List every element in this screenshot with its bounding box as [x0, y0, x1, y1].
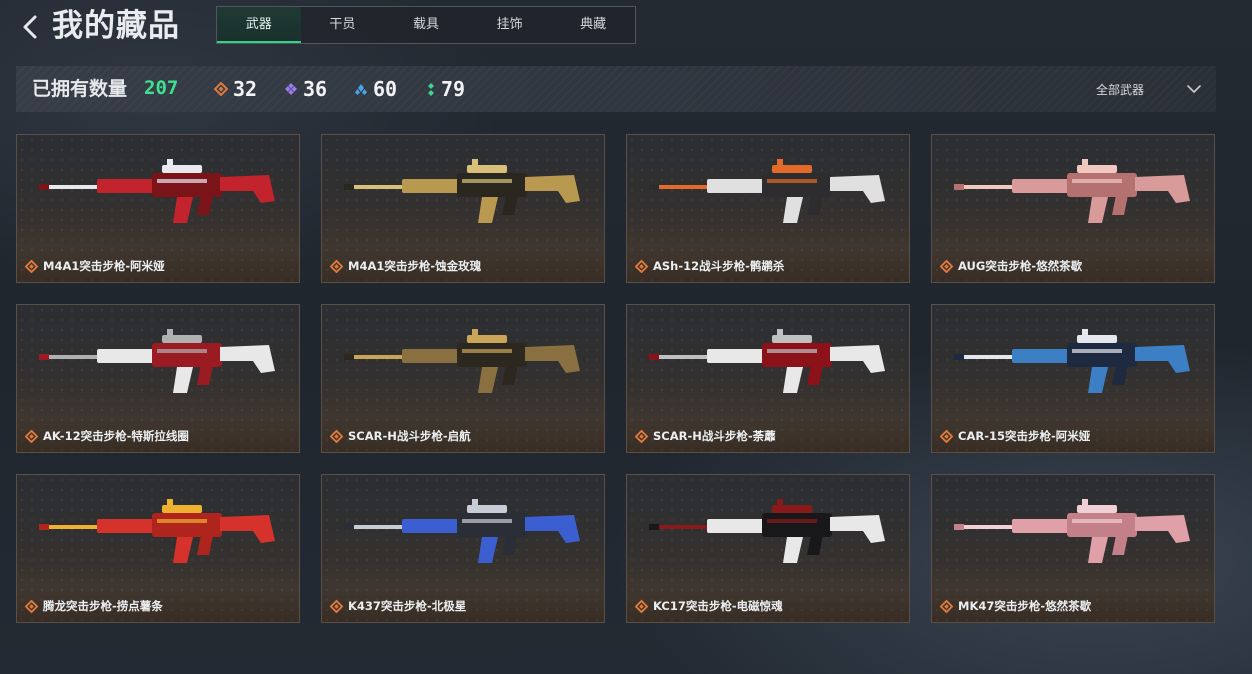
- weapon-card[interactable]: SCAR-H战斗步枪-荼蘼: [626, 304, 910, 453]
- rarity-green-count: 79: [426, 66, 465, 112]
- blue-diamond-icon: [355, 84, 367, 95]
- weapon-skin-image: [649, 329, 885, 393]
- owned-count-label: 已拥有数量: [32, 78, 128, 100]
- weapon-skin-image: [649, 499, 885, 563]
- tab-operators[interactable]: 干员: [301, 7, 385, 43]
- weapon-skin-image: [344, 499, 580, 563]
- weapon-skin-image: [39, 499, 275, 563]
- orange-diamond-icon: [330, 599, 343, 613]
- weapon-card[interactable]: CAR-15突击步枪-阿米娅: [931, 304, 1215, 453]
- weapon-card[interactable]: M4A1突击步枪-蚀金玫瑰: [321, 134, 605, 283]
- weapon-card-label: M4A1突击步枪-蚀金玫瑰: [330, 258, 481, 274]
- tab-vehicles[interactable]: 载具: [384, 7, 468, 43]
- weapon-card[interactable]: SCAR-H战斗步枪-启航: [321, 304, 605, 453]
- weapon-skin-image: [954, 499, 1190, 563]
- page-title: 我的藏品: [52, 8, 180, 44]
- green-diamond-icon: [428, 83, 434, 96]
- weapon-name: SCAR-H战斗步枪-启航: [348, 429, 471, 443]
- rarity-purple-count: 36: [284, 66, 327, 112]
- orange-diamond-icon: [635, 599, 648, 613]
- weapon-card-label: 腾龙突击步枪-捞点薯条: [25, 598, 163, 614]
- weapon-name: AK-12突击步枪-特斯拉线圈: [43, 429, 189, 443]
- weapon-card-label: CAR-15突击步枪-阿米娅: [940, 428, 1090, 444]
- weapon-card[interactable]: M4A1突击步枪-阿米娅: [16, 134, 300, 283]
- weapon-skin-image: [344, 159, 580, 223]
- weapon-card-label: K437突击步枪-北极星: [330, 598, 466, 614]
- orange-diamond-icon: [25, 259, 38, 273]
- orange-diamond-icon: [25, 599, 38, 613]
- weapon-name: SCAR-H战斗步枪-荼蘼: [653, 429, 776, 443]
- weapon-name: M4A1突击步枪-蚀金玫瑰: [348, 259, 482, 273]
- orange-diamond-icon: [635, 259, 648, 273]
- orange-diamond-icon: [635, 429, 648, 443]
- category-tabs: 武器 干员 载具 挂饰 典藏: [216, 6, 636, 44]
- weapon-card-label: AUG突击步枪-悠然茶歇: [940, 258, 1082, 274]
- collection-stats-bar: 已拥有数量 207 32 36 60 79 全部武器: [16, 66, 1216, 112]
- rarity-blue-count: 60: [354, 66, 397, 112]
- tab-weapons[interactable]: 武器: [217, 7, 301, 43]
- weapon-skin-image: [39, 159, 275, 223]
- weapon-card-label: ASh-12战斗步枪-鹘鹕杀: [635, 258, 784, 274]
- weapon-name: ASh-12战斗步枪-鹘鹕杀: [653, 259, 785, 273]
- weapon-card-label: MK47突击步枪-悠然茶歇: [940, 598, 1091, 614]
- weapon-card[interactable]: AUG突击步枪-悠然茶歇: [931, 134, 1215, 283]
- weapon-card[interactable]: K437突击步枪-北极星: [321, 474, 605, 623]
- weapon-filter-selected: 全部武器: [1095, 82, 1144, 97]
- weapon-skin-image: [954, 159, 1190, 223]
- weapon-card[interactable]: ASh-12战斗步枪-鹘鹕杀: [626, 134, 910, 283]
- weapon-skin-image: [39, 329, 275, 393]
- orange-diamond-icon: [330, 429, 343, 443]
- weapon-skin-image: [954, 329, 1190, 393]
- back-button[interactable]: [20, 14, 42, 40]
- weapon-card-label: M4A1突击步枪-阿米娅: [25, 258, 165, 274]
- weapon-card[interactable]: MK47突击步枪-悠然茶歇: [931, 474, 1215, 623]
- weapon-card[interactable]: AK-12突击步枪-特斯拉线圈: [16, 304, 300, 453]
- weapon-name: 腾龙突击步枪-捞点薯条: [43, 599, 163, 613]
- purple-diamond-icon: [285, 83, 297, 95]
- weapon-card-label: SCAR-H战斗步枪-启航: [330, 428, 471, 444]
- orange-diamond-icon: [330, 259, 343, 273]
- orange-diamond-icon: [940, 259, 953, 273]
- weapon-name: M4A1突击步枪-阿米娅: [43, 259, 165, 273]
- owned-count-value: 207: [144, 77, 179, 99]
- weapon-card[interactable]: KC17突击步枪-电磁惊魂: [626, 474, 910, 623]
- weapon-name: AUG突击步枪-悠然茶歇: [958, 259, 1083, 273]
- orange-diamond-icon: [214, 82, 228, 96]
- weapon-skin-image: [649, 159, 885, 223]
- weapon-card-label: AK-12突击步枪-特斯拉线圈: [25, 428, 189, 444]
- weapon-card-label: KC17突击步枪-电磁惊魂: [635, 598, 783, 614]
- orange-diamond-icon: [940, 429, 953, 443]
- orange-diamond-icon: [25, 429, 38, 443]
- weapon-name: CAR-15突击步枪-阿米娅: [958, 429, 1091, 443]
- weapon-skin-image: [344, 329, 580, 393]
- weapon-name: MK47突击步枪-悠然茶歇: [958, 599, 1092, 613]
- tab-charms[interactable]: 挂饰: [468, 7, 552, 43]
- rarity-orange-count: 32: [214, 66, 257, 112]
- weapon-name: K437突击步枪-北极星: [348, 599, 467, 613]
- weapon-filter-dropdown[interactable]: 全部武器: [1096, 66, 1202, 112]
- orange-diamond-icon: [940, 599, 953, 613]
- weapon-card[interactable]: 腾龙突击步枪-捞点薯条: [16, 474, 300, 623]
- weapon-card-label: SCAR-H战斗步枪-荼蘼: [635, 428, 776, 444]
- tab-collection[interactable]: 典藏: [551, 7, 635, 43]
- chevron-down-icon: [1187, 85, 1201, 93]
- weapon-name: KC17突击步枪-电磁惊魂: [653, 599, 783, 613]
- chevron-left-icon: [23, 15, 37, 39]
